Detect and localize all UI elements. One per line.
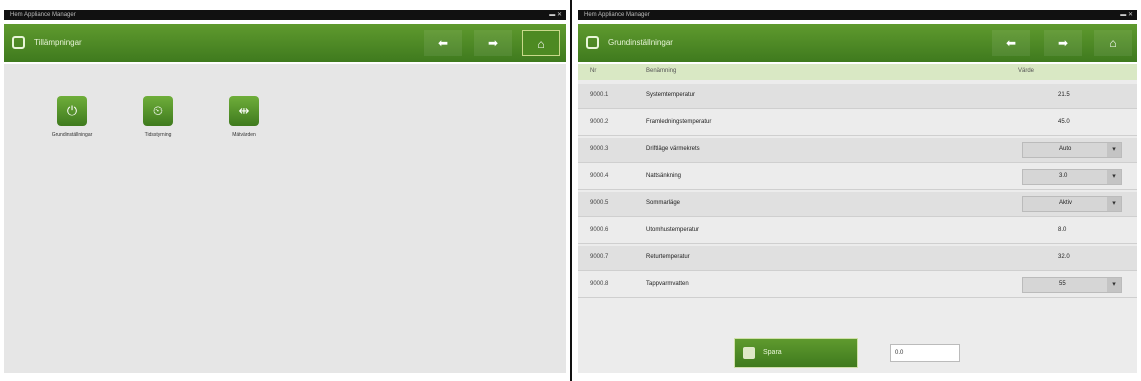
row-code: 9000.8	[590, 281, 609, 287]
app-icon	[12, 36, 25, 49]
row-code: 9000.2	[590, 119, 609, 125]
row-code: 9000.5	[590, 200, 609, 206]
right-window: Hem Appliance Manager ▬ ✕ Grundinställni…	[574, 0, 1141, 381]
row-value: 32.0	[1058, 254, 1070, 260]
window-controls[interactable]: ▬ ✕	[549, 10, 562, 20]
col-code: Nr	[590, 68, 597, 74]
arrow-right-icon: ➡	[1057, 36, 1069, 50]
row-code: 9000.6	[590, 227, 609, 233]
right-header-title: Grundinställningar	[608, 38, 673, 47]
row-code: 9000.7	[590, 254, 609, 260]
value-input[interactable]: 0.0	[890, 344, 960, 362]
app-icon	[586, 36, 599, 49]
tile-measurements[interactable]: ⇹ Mätvärden	[214, 96, 274, 138]
value-dropdown[interactable]: Aktiv ▾	[1022, 196, 1122, 212]
row-description: Framledningstemperatur	[646, 119, 712, 125]
save-button[interactable]: Spara	[734, 338, 858, 368]
value-dropdown[interactable]: Auto ▾	[1022, 142, 1122, 158]
row-value: Aktiv	[1059, 200, 1073, 206]
arrow-left-icon: ⬅	[437, 36, 449, 50]
row-description: Driftläge värmekrets	[646, 146, 700, 152]
value-dropdown[interactable]: 55 ▾	[1022, 277, 1122, 293]
save-button-label: Spara	[763, 349, 782, 356]
row-value: 3.0	[1059, 173, 1068, 179]
power-icon: ⏻	[57, 96, 87, 126]
tile-label: Mätvärden	[232, 132, 256, 138]
row-value: 45.0	[1058, 119, 1070, 125]
right-titlebar: Hem Appliance Manager ▬ ✕	[578, 10, 1137, 20]
row-value: 21.5	[1058, 92, 1070, 98]
home-icon: ⌂	[1109, 36, 1117, 50]
arrow-right-icon: ➡	[487, 36, 499, 50]
right-content: Nr Benämning Värde 9000.1 Systemtemperatu…	[578, 64, 1137, 373]
row-description: Nattsänkning	[646, 173, 682, 179]
chevron-down-icon[interactable]: ▾	[1107, 278, 1121, 292]
row-description: Sommarläge	[646, 200, 681, 206]
row-value: 8.0	[1058, 227, 1067, 233]
row-description: Utomhustemperatur	[646, 227, 700, 233]
table-row[interactable]: 9000.4 Nattsänkning 3.0 ▾	[578, 165, 1137, 190]
col-name: Benämning	[646, 68, 677, 74]
tile-label: Tidsstyrning	[144, 132, 172, 138]
row-description: Returtemperatur	[646, 254, 690, 260]
window-controls[interactable]: ▬ ✕	[1120, 10, 1133, 20]
home-button[interactable]: ⌂	[1094, 30, 1132, 56]
forward-button[interactable]: ➡	[1044, 30, 1082, 56]
row-code: 9000.1	[590, 92, 609, 98]
tile-timer[interactable]: ⏲ Tidsstyrning	[128, 96, 188, 138]
save-icon	[743, 347, 755, 359]
row-description: Tappvarmvatten	[646, 281, 689, 287]
left-header-title: Tillämpningar	[34, 38, 82, 47]
row-code: 9000.3	[590, 146, 609, 152]
left-header: Tillämpningar ⬅ ➡ ⌂	[4, 24, 566, 62]
home-icon: ⌂	[537, 37, 545, 51]
chevron-down-icon[interactable]: ▾	[1107, 170, 1121, 184]
measure-icon: ⇹	[229, 96, 259, 126]
row-code: 9000.4	[590, 173, 609, 179]
forward-button[interactable]: ➡	[474, 30, 512, 56]
table-row[interactable]: 9000.3 Driftläge värmekrets Auto ▾	[578, 138, 1137, 163]
table-row[interactable]: 9000.5 Sommarläge Aktiv ▾	[578, 192, 1137, 217]
arrow-left-icon: ⬅	[1005, 36, 1017, 50]
chevron-down-icon[interactable]: ▾	[1107, 197, 1121, 211]
row-description: Systemtemperatur	[646, 92, 696, 98]
table-row[interactable]: 9000.6 Utomhustemperatur 8.0	[578, 219, 1137, 244]
value-dropdown[interactable]: 3.0 ▾	[1022, 169, 1122, 185]
tile-basic-settings[interactable]: ⏻ Grundinställningar	[42, 96, 102, 138]
table-row[interactable]: 9000.1 Systemtemperatur 21.5	[578, 84, 1137, 109]
right-header: Grundinställningar ⬅ ➡ ⌂	[578, 24, 1137, 62]
col-value: Värde	[1018, 68, 1035, 74]
back-button[interactable]: ⬅	[992, 30, 1030, 56]
left-content: ⏻ Grundinställningar ⏲ Tidsstyrning ⇹ Mä…	[4, 64, 566, 373]
row-value: Auto	[1059, 146, 1072, 152]
clock-icon: ⏲	[143, 96, 173, 126]
right-window-title: Hem Appliance Manager	[584, 12, 650, 18]
back-button[interactable]: ⬅	[424, 30, 462, 56]
left-window-title: Hem Appliance Manager	[10, 12, 76, 18]
tile-label: Grundinställningar	[51, 132, 93, 138]
table-row[interactable]: 9000.7 Returtemperatur 32.0	[578, 246, 1137, 271]
left-window: Hem Appliance Manager ▬ ✕ Tillämpningar …	[0, 0, 572, 381]
table-row[interactable]: 9000.2 Framledningstemperatur 45.0	[578, 111, 1137, 136]
home-button[interactable]: ⌂	[522, 30, 560, 56]
row-value: 55	[1059, 281, 1066, 287]
left-titlebar: Hem Appliance Manager ▬ ✕	[4, 10, 566, 20]
chevron-down-icon[interactable]: ▾	[1107, 143, 1121, 157]
table-row[interactable]: 9000.8 Tappvarmvatten 55 ▾	[578, 273, 1137, 298]
table-header: Nr Benämning Värde	[578, 64, 1137, 80]
